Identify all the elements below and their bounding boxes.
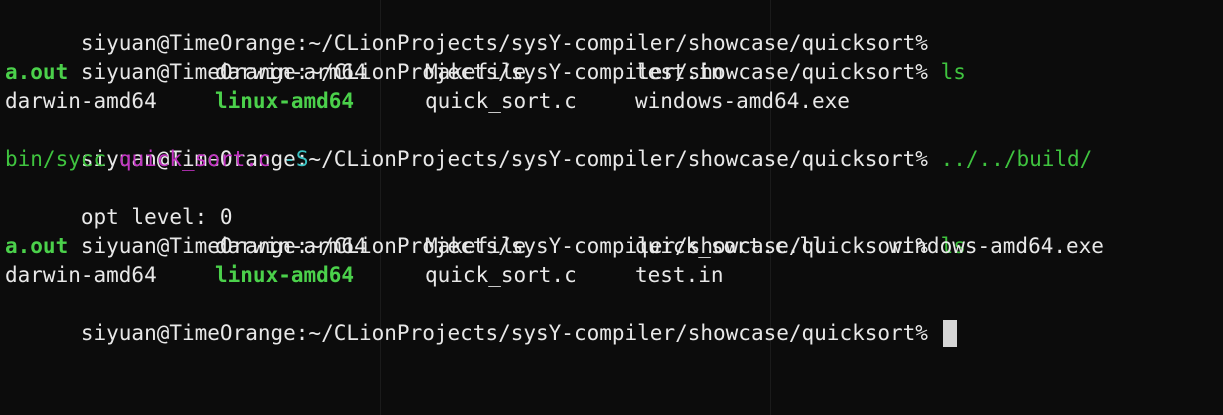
terminal-output: siyuan@TimeOrange:~/CLionProjects/sysY-c… (5, 0, 1223, 347)
prompt-text: siyuan@TimeOrange:~/CLionProjects/sysY-c… (80, 31, 928, 55)
ls-entry: darwin-arm64 (215, 60, 367, 84)
ls-entry-executable: linux-amd64 (215, 89, 355, 113)
command-text: ls (940, 60, 966, 84)
ls-entry: quick_sort.c (425, 263, 577, 287)
ls-output-row: a.out darwin-arm64 Makefile quick_sort.c.ll… (5, 232, 1223, 261)
ls-entry: windows-amd64.exe (889, 234, 1104, 258)
output-line: opt level: 0 (5, 174, 1223, 229)
ls-entry: Makefile (425, 60, 527, 84)
ls-output-row: darwin-amd64 linux-amd64 quick_sort.c test.… (5, 261, 1223, 290)
prompt-line: siyuan@TimeOrange:~/CLionProjects/sysY-c… (5, 116, 1223, 171)
ls-entry: test.in (635, 60, 724, 84)
text-cursor[interactable] (942, 319, 957, 347)
ls-entry: Makefile (425, 234, 527, 258)
ls-entry: quick_sort.c.ll (635, 234, 825, 258)
ls-entry: darwin-amd64 (5, 263, 157, 287)
ls-output-row: darwin-amd64 linux-amd64 quick_sort.c windo… (5, 87, 1223, 116)
ls-entry-executable: a.out (5, 234, 69, 258)
prompt-line: siyuan@TimeOrange:~/CLionProjects/sysY-c… (5, 0, 1223, 55)
ls-entry-executable: linux-amd64 (215, 263, 355, 287)
command-flag: -S (283, 147, 309, 171)
ls-entry: darwin-amd64 (5, 89, 157, 113)
ls-entry-executable: a.out (5, 60, 69, 84)
command-path: bin/sycc (5, 147, 107, 171)
command-text: ../../build/ (940, 147, 1093, 171)
prompt-text: siyuan@TimeOrange:~/CLionProjects/sysY-c… (80, 321, 928, 345)
command-argument: quick_sort.c (118, 147, 271, 171)
ls-entry: darwin-arm64 (215, 234, 367, 258)
ls-entry: test.in (635, 263, 724, 287)
ls-output-row: a.out darwin-arm64 Makefile test.in (5, 58, 1223, 87)
prompt-line-active[interactable]: siyuan@TimeOrange:~/CLionProjects/sysY-c… (5, 290, 1223, 347)
terminal-window[interactable]: siyuan@TimeOrange:~/CLionProjects/sysY-c… (0, 0, 1223, 415)
ls-entry: quick_sort.c (425, 89, 577, 113)
output-text: opt level: 0 (80, 205, 233, 229)
ls-entry: windows-amd64.exe (635, 89, 850, 113)
